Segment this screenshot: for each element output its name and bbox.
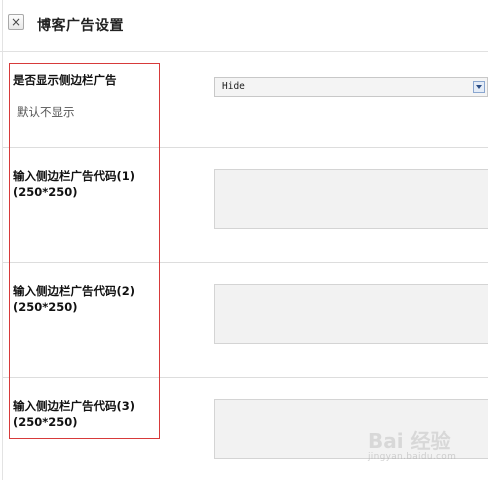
ad-code-2-label: 输入侧边栏广告代码(2) (250*250): [13, 283, 135, 315]
show-ad-label: 是否显示侧边栏广告: [13, 73, 117, 87]
dialog-title: 博客广告设置: [37, 18, 124, 34]
setting-row-show-ad: 是否显示侧边栏广告 默认不显示: [3, 52, 488, 148]
show-ad-select-value: Hide: [222, 81, 245, 92]
ad-code-3-label-title: 输入侧边栏广告代码(3): [13, 399, 136, 413]
ad-code-2-label-size: (250*250): [13, 300, 78, 314]
ad-code-1-label: 输入侧边栏广告代码(1) (250*250): [13, 168, 135, 200]
ad-code-1-textarea[interactable]: [214, 169, 488, 229]
show-ad-description: 默认不显示: [17, 105, 75, 119]
ad-code-3-label-size: (250*250): [13, 415, 78, 429]
settings-dialog: × 博客广告设置 是否显示侧边栏广告 默认不显示 Hide 输入侧边栏广告代码(…: [0, 0, 488, 480]
ad-code-2-textarea[interactable]: [214, 284, 488, 344]
ad-code-3-textarea[interactable]: [214, 399, 488, 459]
ad-code-1-label-size: (250*250): [13, 185, 78, 199]
show-ad-select[interactable]: Hide: [214, 77, 488, 97]
close-button[interactable]: ×: [8, 14, 24, 30]
close-icon: ×: [10, 15, 22, 29]
chevron-down-icon[interactable]: [473, 81, 485, 93]
ad-code-2-label-title: 输入侧边栏广告代码(2): [13, 284, 136, 298]
dialog-header: × 博客广告设置: [0, 0, 488, 52]
ad-code-3-label: 输入侧边栏广告代码(3) (250*250): [13, 398, 135, 430]
ad-code-1-label-title: 输入侧边栏广告代码(1): [13, 169, 136, 183]
